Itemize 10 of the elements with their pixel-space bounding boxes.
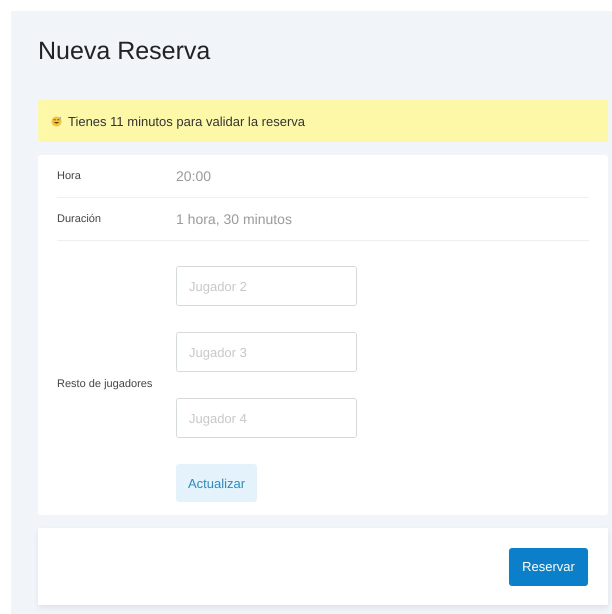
smiley-icon xyxy=(51,116,62,126)
page-title: Nueva Reserva xyxy=(38,36,212,67)
field-label: Resto de jugadores xyxy=(57,378,154,390)
field-label: Duración xyxy=(57,213,102,225)
notice-text: Tienes 11 minutos para validar la reserva xyxy=(68,114,306,128)
field-label: Hora xyxy=(57,170,82,182)
field-value: 20:00 xyxy=(176,168,212,184)
reserve-button[interactable]: Reservar xyxy=(509,548,588,586)
update-button[interactable]: Actualizar xyxy=(176,464,257,502)
field-value: 1 hora, 30 minutos xyxy=(176,211,292,227)
